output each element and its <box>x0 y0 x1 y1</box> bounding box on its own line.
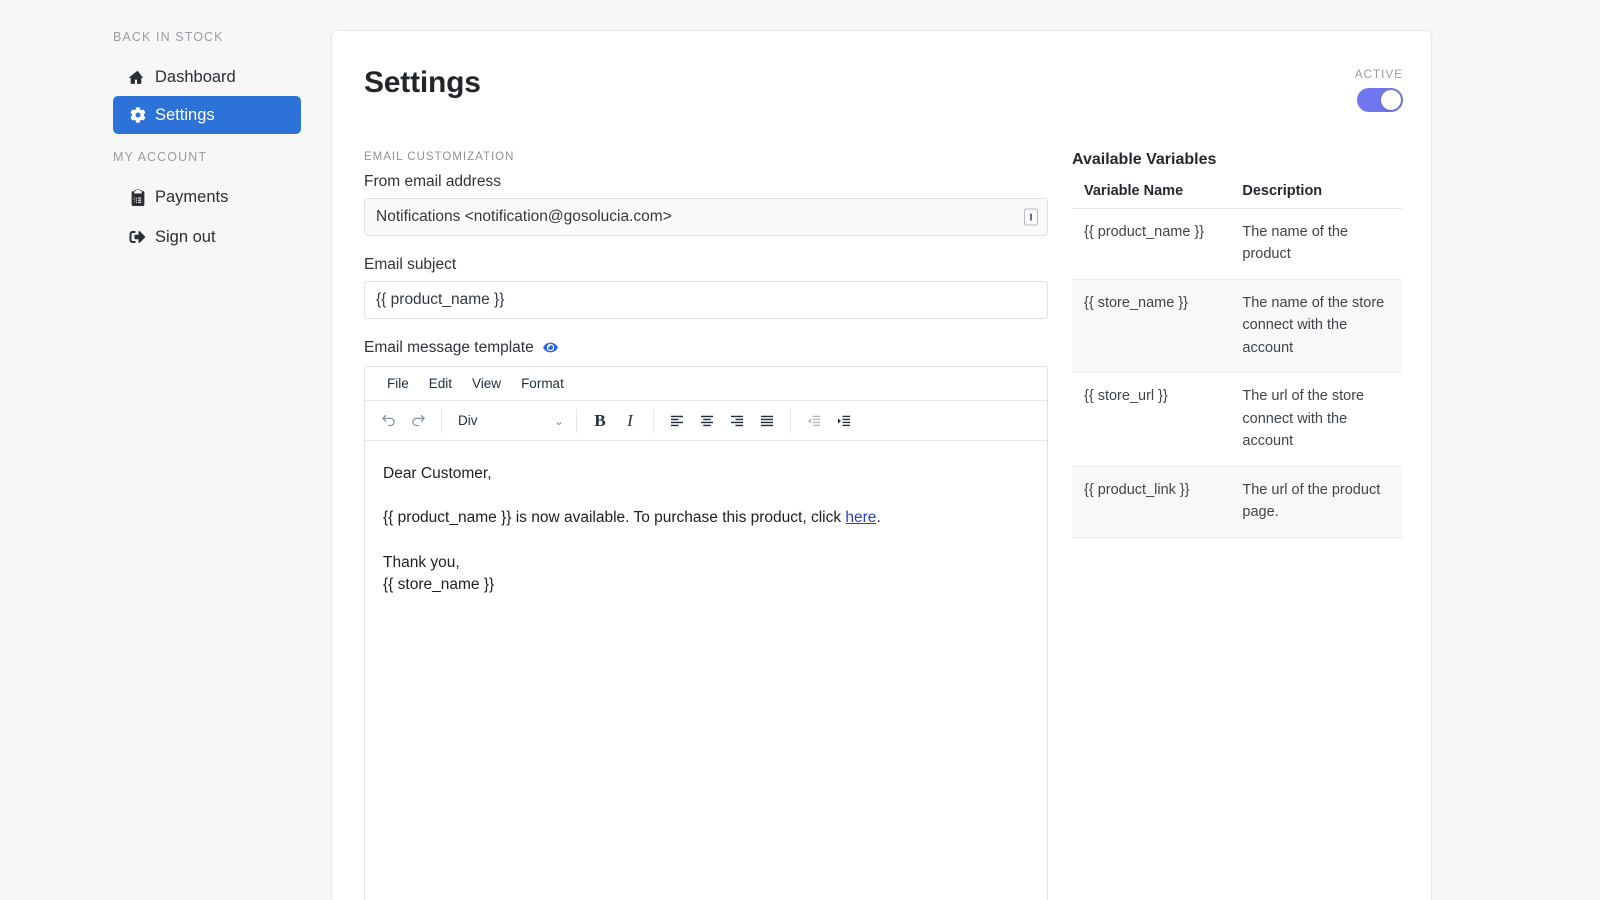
eye-icon[interactable] <box>542 341 559 359</box>
table-row: {{ product_name }} The name of the produ… <box>1072 209 1402 280</box>
cell-description: The url of the store connect with the ac… <box>1230 373 1402 466</box>
table-header-row: Variable Name Description <box>1072 177 1402 209</box>
align-center-icon[interactable] <box>692 407 722 435</box>
sidebar-item-label: Settings <box>155 106 215 125</box>
menu-edit[interactable]: Edit <box>419 372 462 395</box>
menu-format[interactable]: Format <box>511 372 574 395</box>
variables-table: Variable Name Description {{ product_nam… <box>1072 177 1402 538</box>
italic-button[interactable]: I <box>615 407 645 435</box>
undo-icon[interactable] <box>373 407 403 435</box>
lock-icon <box>1024 209 1038 226</box>
editor-menubar: File Edit View Format <box>365 367 1047 401</box>
page-title: Settings <box>364 66 481 100</box>
sidebar-section-label-my-account: MY ACCOUNT <box>0 150 337 164</box>
email-template-label: Email message template <box>364 339 1048 359</box>
toolbar-align-group <box>658 401 786 440</box>
cell-variable-name: {{ store_url }} <box>1072 373 1230 466</box>
toggle-knob <box>1381 90 1401 110</box>
sidebar-section-label-back-in-stock: BACK IN STOCK <box>0 30 337 44</box>
cell-variable-name: {{ product_link }} <box>1072 466 1230 537</box>
align-left-icon[interactable] <box>662 407 692 435</box>
sidebar-item-dashboard[interactable]: Dashboard <box>113 58 301 96</box>
receipt-icon <box>129 189 146 206</box>
table-row: {{ product_link }} The url of the produc… <box>1072 466 1402 537</box>
email-subject-input[interactable]: {{ product_name }} <box>364 281 1048 319</box>
chevron-down-icon: ⌄ <box>554 414 564 428</box>
active-label: ACTIVE <box>1355 69 1403 81</box>
here-link[interactable]: here <box>845 509 876 526</box>
sidebar-item-label: Sign out <box>155 228 216 247</box>
align-right-icon[interactable] <box>722 407 752 435</box>
rich-text-editor: File Edit View Format Div ⌄ <box>364 366 1048 900</box>
sidebar-item-label: Payments <box>155 188 228 207</box>
editor-paragraph-closing: Thank you, <box>383 552 1029 574</box>
active-toggle-group: ACTIVE <box>1355 69 1403 112</box>
sidebar-item-settings[interactable]: Settings <box>113 96 301 134</box>
align-justify-icon[interactable] <box>752 407 782 435</box>
indent-icon[interactable] <box>829 407 859 435</box>
table-row: {{ store_url }} The url of the store con… <box>1072 373 1402 466</box>
editor-content[interactable]: Dear Customer, {{ product_name }} is now… <box>365 441 1047 619</box>
home-icon <box>129 69 146 86</box>
editor-paragraph-signature: {{ store_name }} <box>383 574 1029 596</box>
sign-out-icon <box>129 229 146 246</box>
email-subject-row: {{ product_name }} <box>364 281 1048 319</box>
outdent-icon[interactable] <box>799 407 829 435</box>
editor-toolbar: Div ⌄ B I <box>365 401 1047 441</box>
column-header-description: Description <box>1230 177 1402 209</box>
sidebar-item-payments[interactable]: Payments <box>113 178 301 216</box>
column-header-variable-name: Variable Name <box>1072 177 1230 209</box>
cell-variable-name: {{ product_name }} <box>1072 209 1230 280</box>
toolbar-history-group <box>369 401 437 440</box>
redo-icon[interactable] <box>403 407 433 435</box>
from-email-input[interactable]: Notifications <notification@gosolucia.co… <box>364 198 1048 236</box>
toolbar-indent-group <box>795 401 863 440</box>
cell-description: The url of the product page. <box>1230 466 1402 537</box>
sidebar-item-label: Dashboard <box>155 68 236 87</box>
table-row: {{ store_name }} The name of the store c… <box>1072 279 1402 372</box>
section-label-email-customization: EMAIL CUSTOMIZATION <box>364 151 1048 163</box>
email-subject-label: Email subject <box>364 256 1048 274</box>
block-format-value: Div <box>458 413 478 428</box>
toolbar-style-group: B I <box>581 401 649 440</box>
cell-variable-name: {{ store_name }} <box>1072 279 1230 372</box>
settings-card: Settings ACTIVE EMAIL CUSTOMIZATION From… <box>331 30 1432 900</box>
cell-description: The name of the product <box>1230 209 1402 280</box>
editor-paragraph-body: {{ product_name }} is now available. To … <box>383 507 1029 529</box>
cell-description: The name of the store connect with the a… <box>1230 279 1402 372</box>
editor-body-suffix: . <box>876 509 880 526</box>
email-customization-form: EMAIL CUSTOMIZATION From email address N… <box>364 151 1048 900</box>
block-format-select[interactable]: Div ⌄ <box>448 407 572 435</box>
active-toggle[interactable] <box>1357 88 1403 112</box>
editor-body-prefix: {{ product_name }} is now available. To … <box>383 509 845 526</box>
toolbar-divider <box>790 409 791 433</box>
email-template-label-text: Email message template <box>364 339 534 356</box>
toolbar-divider <box>576 409 577 433</box>
bold-button[interactable]: B <box>585 407 615 435</box>
editor-paragraph-greeting: Dear Customer, <box>383 463 1029 485</box>
sidebar-item-sign-out[interactable]: Sign out <box>113 218 301 256</box>
gear-icon <box>129 107 146 124</box>
menu-view[interactable]: View <box>462 372 511 395</box>
menu-file[interactable]: File <box>377 372 419 395</box>
from-email-label: From email address <box>364 173 1048 191</box>
available-variables-panel: Available Variables Variable Name Descri… <box>1072 151 1402 538</box>
toolbar-divider <box>441 409 442 433</box>
from-email-row: Notifications <notification@gosolucia.co… <box>364 198 1048 236</box>
available-variables-title: Available Variables <box>1072 151 1402 169</box>
sidebar: BACK IN STOCK Dashboard Settings MY ACCO… <box>0 0 337 900</box>
toolbar-divider <box>653 409 654 433</box>
